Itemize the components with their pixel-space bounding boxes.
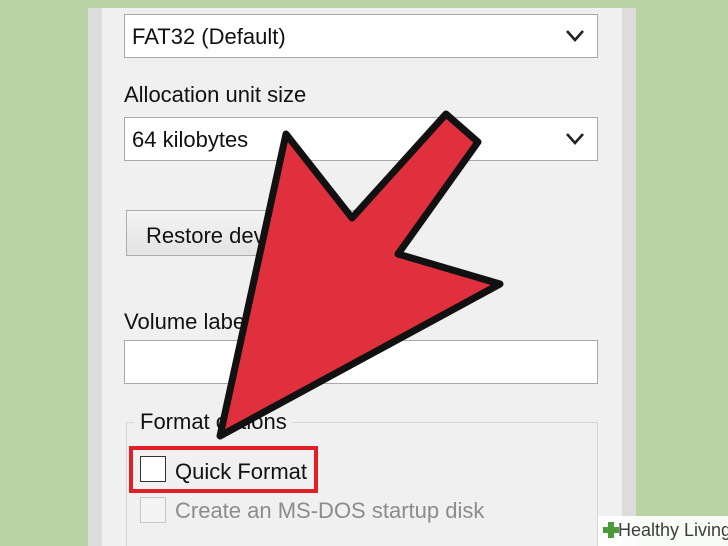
- allocation-unit-dropdown[interactable]: 64 kilobytes: [124, 117, 598, 161]
- format-options-legend: Format options: [134, 409, 293, 435]
- msdos-startup-checkbox: [140, 497, 166, 523]
- healthy-living-watermark: Healthy Living: [598, 516, 728, 546]
- file-system-value: FAT32 (Default): [132, 24, 286, 49]
- quick-format-highlight: [129, 446, 318, 493]
- watermark-text: Healthy Living: [618, 520, 728, 540]
- file-system-dropdown[interactable]: FAT32 (Default): [124, 14, 598, 58]
- restore-defaults-label: Restore dev: [146, 223, 265, 248]
- chevron-down-icon: [566, 30, 584, 42]
- restore-defaults-button[interactable]: Restore dev: [126, 210, 356, 256]
- chevron-down-icon: [566, 133, 584, 145]
- volume-label-input[interactable]: [124, 340, 598, 384]
- volume-label-caption: Volume labe: [124, 309, 246, 334]
- allocation-unit-label: Allocation unit size: [124, 82, 307, 107]
- allocation-unit-value: 64 kilobytes: [132, 127, 249, 152]
- msdos-startup-label: Create an MS-DOS startup disk: [175, 498, 485, 523]
